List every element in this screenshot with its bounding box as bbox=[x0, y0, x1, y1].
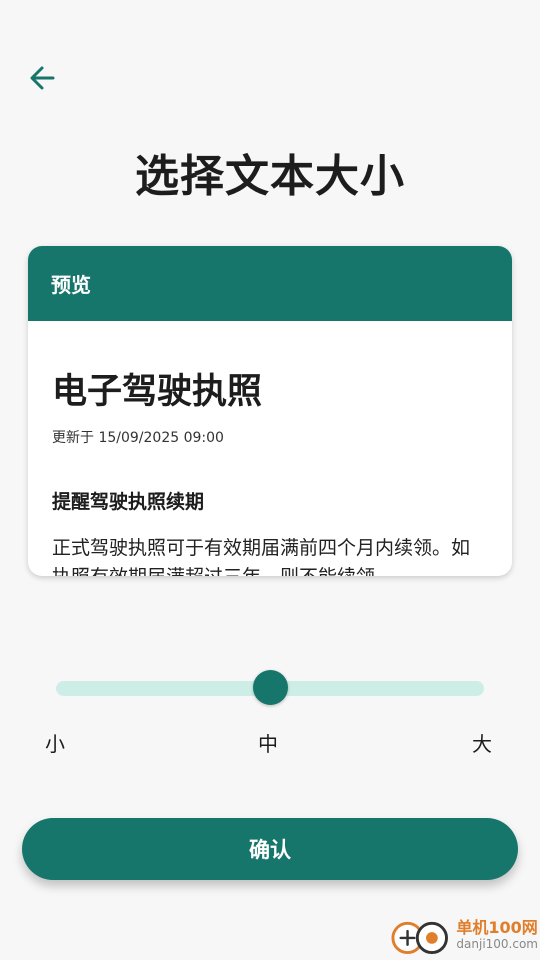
preview-card: 预览 电子驾驶执照 更新于 15/09/2025 09:00 提醒驾驶执照续期 … bbox=[28, 246, 512, 576]
preview-notice-body: 正式驾驶执照可于有效期届满前四个月内续领。如执照有效期届满超过三年，则不能续领。 bbox=[52, 537, 471, 576]
page-title: 选择文本大小 bbox=[135, 151, 405, 202]
watermark-name: 单机100网 bbox=[456, 918, 538, 937]
preview-notice-title: 提醒驾驶执照续期 bbox=[52, 491, 205, 513]
watermark-text: 单机100网 danji100.com bbox=[456, 919, 538, 953]
preview-body: 电子驾驶执照 更新于 15/09/2025 09:00 提醒驾驶执照续期 正式驾… bbox=[28, 321, 512, 576]
preview-header-label: 预览 bbox=[51, 273, 91, 297]
watermark: 单机100网 danji100.com bbox=[390, 914, 538, 958]
text-size-slider-thumb[interactable] bbox=[252, 670, 288, 705]
watermark-domain: danji100.com bbox=[456, 937, 538, 951]
back-button[interactable] bbox=[22, 58, 62, 98]
size-label-small[interactable]: 小 bbox=[45, 728, 65, 757]
arrow-left-icon bbox=[30, 66, 55, 90]
size-label-medium[interactable]: 中 bbox=[258, 728, 278, 757]
watermark-logo-icon bbox=[391, 921, 448, 955]
preview-doc-title: 电子驾驶执照 bbox=[52, 372, 263, 412]
confirm-button[interactable]: 确认 bbox=[22, 818, 518, 880]
preview-updated-time: 更新于 15/09/2025 09:00 bbox=[52, 430, 224, 446]
size-label-large[interactable]: 大 bbox=[472, 728, 492, 757]
preview-header: 预览 bbox=[28, 246, 512, 321]
